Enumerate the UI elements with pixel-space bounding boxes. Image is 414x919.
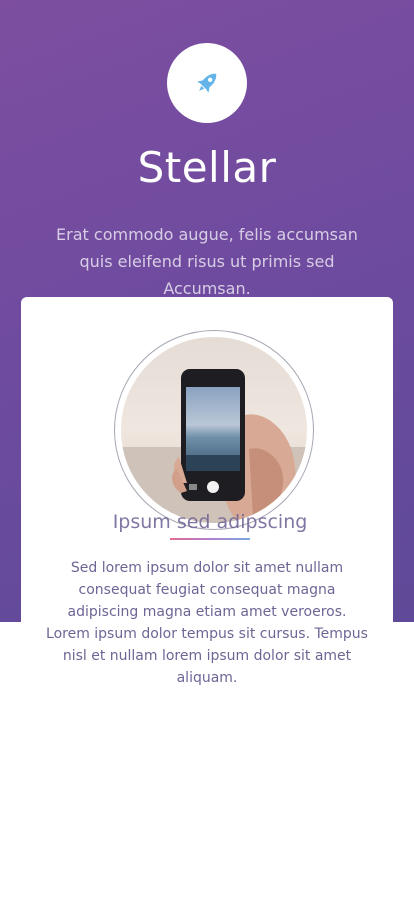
page: Stellar Erat commodo augue, felis accums… xyxy=(0,0,414,919)
logo-badge xyxy=(167,43,247,123)
feature-image xyxy=(114,330,314,530)
site-title: Stellar xyxy=(137,143,277,192)
phone-photo xyxy=(121,337,307,523)
site-subtitle: Erat commodo augue, felis accumsan quis … xyxy=(56,225,358,298)
feature-title: Ipsum sed adipscing xyxy=(112,511,308,533)
phone-in-hand-illustration xyxy=(121,337,307,523)
feature-text: Sed lorem ipsum dolor sit amet nullam co… xyxy=(46,560,368,686)
title-underline xyxy=(170,538,250,540)
rocket-icon xyxy=(197,73,217,93)
